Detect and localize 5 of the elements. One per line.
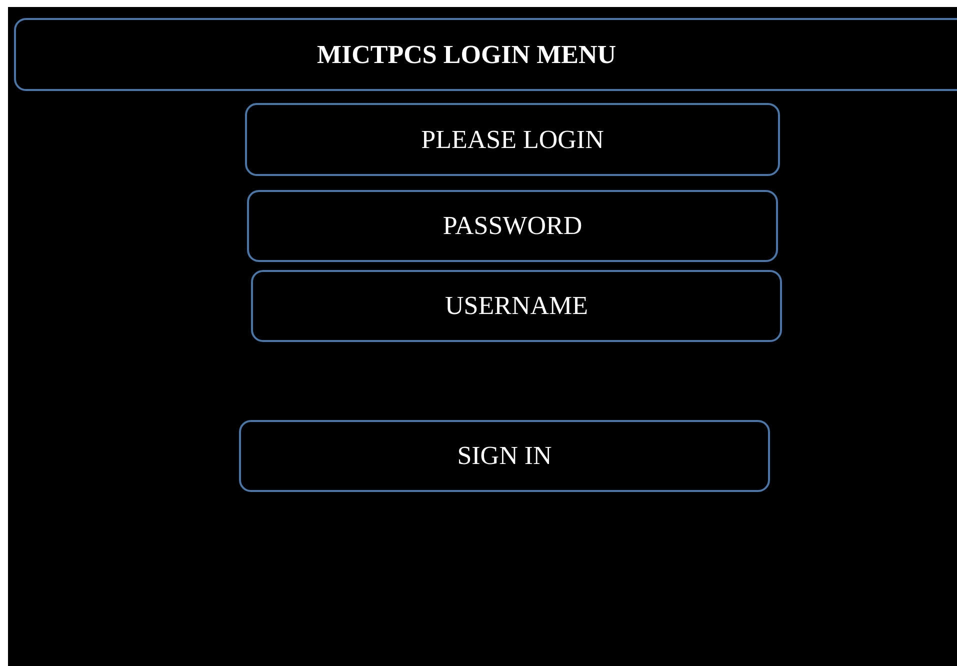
login-prompt: PLEASE LOGIN xyxy=(245,103,780,176)
sign-in-button[interactable]: SIGN IN xyxy=(239,420,770,492)
input-field[interactable]: PASSWORD xyxy=(247,190,778,262)
login-menu-title: MICTPCS LOGIN MENU xyxy=(317,40,616,70)
input-field[interactable]: USERNAME xyxy=(251,270,782,342)
